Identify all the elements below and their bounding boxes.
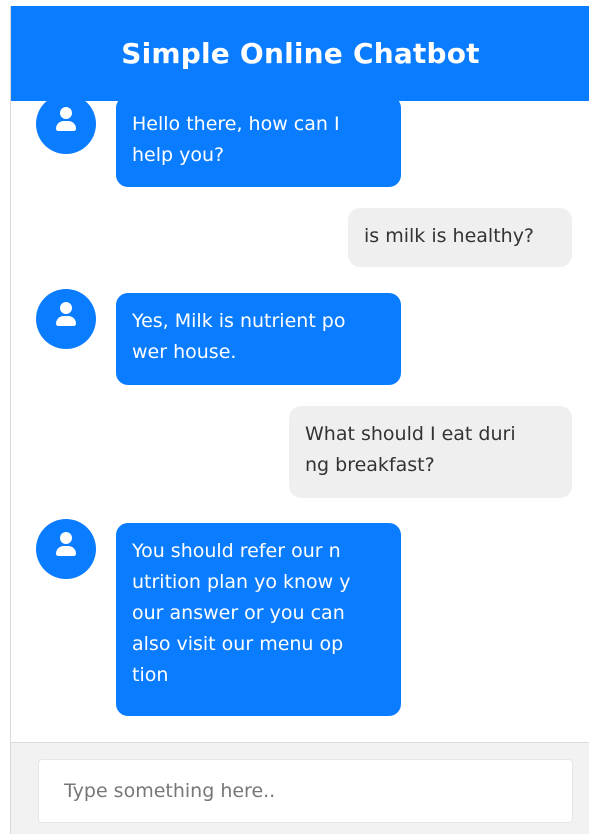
bot-message: Hello there, how can I help you? (116, 101, 401, 187)
bot-avatar-icon (36, 101, 96, 154)
chatbot-window: Simple Online Chatbot Hello there, how c… (10, 6, 589, 834)
message-input-bar (11, 742, 589, 834)
bot-avatar-icon (36, 519, 96, 579)
chat-header: Simple Online Chatbot (11, 6, 589, 101)
chat-messages[interactable]: Hello there, how can I help you? is milk… (11, 101, 589, 742)
bot-message: Yes, Milk is nutrient po wer house. (116, 293, 401, 385)
bot-message: You should refer our n utrition plan yo … (116, 523, 401, 716)
chat-title: Simple Online Chatbot (121, 37, 480, 70)
message-input[interactable] (38, 759, 573, 823)
user-message: is milk is healthy? (348, 208, 572, 267)
user-message: What should I eat duri ng breakfast? (289, 406, 572, 498)
bot-avatar-icon (36, 289, 96, 349)
